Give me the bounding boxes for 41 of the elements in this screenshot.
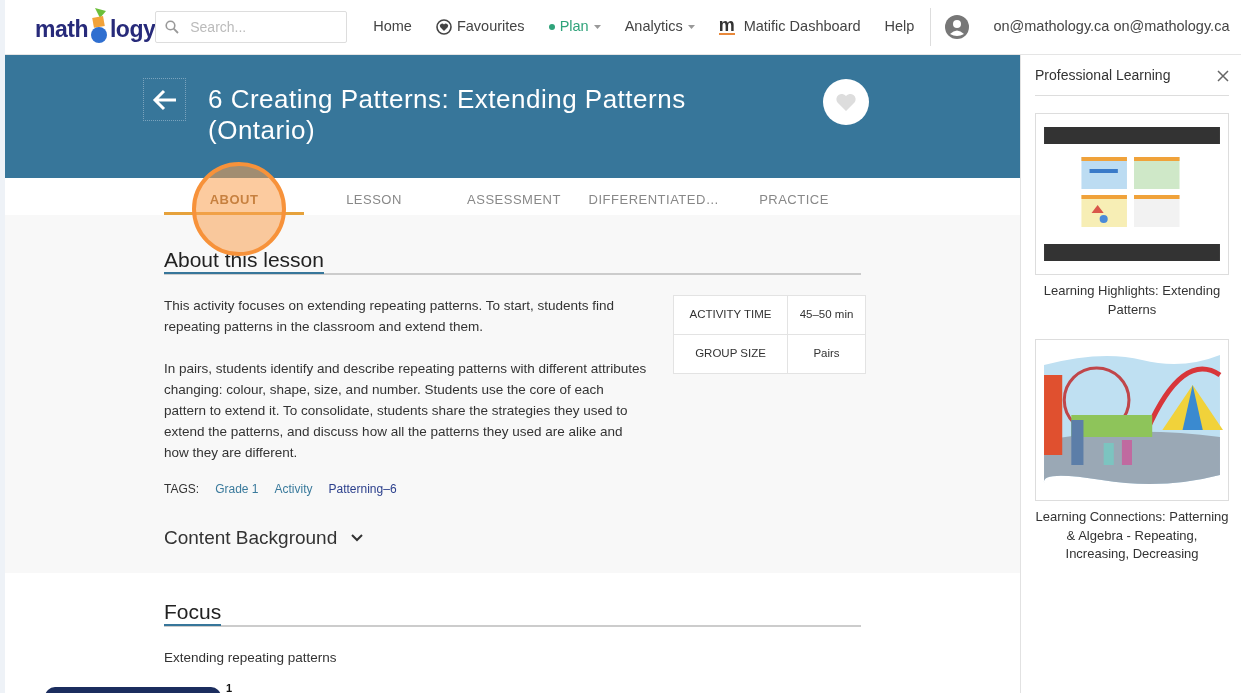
nav-link[interactable]: Home [361,16,424,38]
nav-link[interactable]: Analytics [612,16,707,38]
tag-link[interactable]: Patterning–6 [328,480,397,498]
tab[interactable]: LESSON [304,178,444,215]
tags-label: TAGS: [164,481,200,498]
caret-icon [593,25,601,29]
search-field[interactable]: Search... [155,11,348,43]
avatar-icon[interactable] [945,15,970,39]
nav-link[interactable]: Favourites [423,16,537,38]
table-cell: GROUP SIZE [673,334,788,374]
item-caption[interactable]: Learning Connections: Patterning & Algebra - Repeating, Increasing, Decreasing [1035,508,1229,564]
page-title: 6 Creating Patterns: Extending Patterns (Ontario) [208,84,687,148]
heart-icon [835,92,857,112]
panel-title: Professional Learning [1035,66,1171,85]
chevron-icon [351,534,364,543]
logo-icon [88,8,109,44]
arrow-icon [151,88,178,111]
user-name[interactable]: on@mathology.ca on@mathology.ca [981,16,1241,38]
focus-text: Extending repeating patterns [164,648,338,667]
content-background-toggle[interactable]: Content Background [164,524,364,553]
paragraph: This activity focuses on extending repeating patterns. To start, students find repeating patterns in the classroom and extend them. [164,297,615,336]
logo-text: math [35,14,88,44]
tag-link[interactable]: Activity [274,480,313,498]
caret-icon [687,25,695,29]
section-heading: Focus [164,598,222,626]
logo-text: logy [109,14,156,44]
tab[interactable]: ASSESSMENT [444,178,584,215]
table-cell: 45–50 min [787,295,866,335]
favourite-button[interactable] [823,79,869,125]
paragraph: In pairs, students identify and describe repeating patterns with different attributes changing: colour, shape, size, and number. Students use the core of each pattern to extend it. To consolidate, students share the strategies they used to extend the patterns, and discuss how all the patterns they used are alike and how they are different. [164,360,648,462]
tab[interactable]: DIFFERENTIATED… [584,178,724,215]
tag-link[interactable]: Grade 1 [215,480,259,498]
tab[interactable]: PRACTICE [724,178,864,215]
table-cell: ACTIVITY TIME [673,295,788,335]
nav-link[interactable]: m Matific Dashboard [706,16,873,38]
table-cell: Pairs [787,334,866,374]
item-caption[interactable]: Learning Highlights: Extending Patterns [1035,282,1229,319]
back-button[interactable] [143,78,186,121]
status-dot-icon [548,24,555,30]
close-icon[interactable] [1217,69,1229,82]
nav-link[interactable]: Help [872,16,927,38]
